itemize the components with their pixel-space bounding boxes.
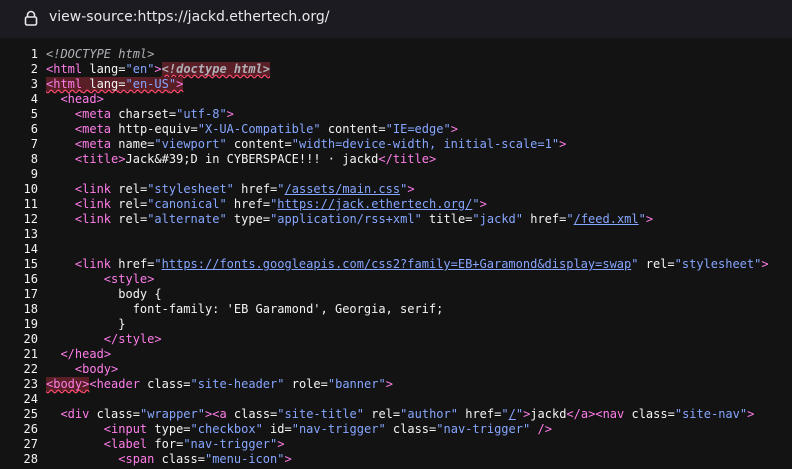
line-number: 28 — [23, 452, 38, 466]
source-line: 25 <div class="wrapper"><a class="site-t… — [0, 407, 792, 422]
line-number: 15 — [23, 257, 38, 271]
line-number: 9 — [30, 167, 38, 181]
source-line: 28 <span class="menu-icon"> — [0, 452, 792, 467]
source-line: 4 <head> — [0, 92, 792, 107]
line-code: <link rel="alternate" type="application/… — [74, 212, 654, 226]
line-number: 22 — [23, 362, 38, 376]
line-code: <head> — [60, 92, 104, 106]
line-number: 26 — [23, 422, 38, 436]
line-code: <span class="menu-icon"> — [118, 452, 292, 466]
line-code: <link href="https://fonts.googleapis.com… — [74, 257, 769, 271]
line-code: <input type="checkbox" id="nav-trigger" … — [103, 422, 552, 436]
line-number: 5 — [30, 107, 38, 121]
source-line: 17 body { — [0, 287, 792, 302]
source-line: 21 </head> — [0, 347, 792, 362]
source-line: 18 font-family: 'EB Garamond', Georgia, … — [0, 302, 792, 317]
source-line: 12 <link rel="alternate" type="applicati… — [0, 212, 792, 227]
line-number: 14 — [23, 242, 38, 256]
line-number: 8 — [30, 152, 38, 166]
source-line: 15 <link href="https://fonts.googleapis.… — [0, 257, 792, 272]
source-line: 11 <link rel="canonical" href="https://j… — [0, 197, 792, 212]
line-code: <meta charset="utf-8"> — [74, 107, 234, 121]
line-number: 23 — [23, 377, 38, 391]
source-line: 16 <style> — [0, 272, 792, 287]
line-number: 2 — [30, 62, 38, 76]
line-number: 11 — [23, 197, 38, 211]
line-code: <link rel="stylesheet" href="/assets/mai… — [74, 182, 415, 196]
line-number: 3 — [30, 77, 38, 91]
source-line: 23 <body><header class="site-header" role… — [0, 377, 792, 392]
line-code: <meta name="viewport" content="width=dev… — [74, 137, 567, 151]
address-bar[interactable]: view-source:https://jackd.ethertech.org/ — [0, 0, 792, 38]
line-code: } — [46, 317, 126, 331]
source-line: 8 <title>Jack&#39;D in CYBERSPACE!!! · j… — [0, 152, 792, 167]
line-code: font-family: 'EB Garamond', Georgia, ser… — [46, 302, 444, 316]
line-number: 10 — [23, 182, 38, 196]
line-code: <body> — [74, 362, 119, 376]
source-line: 20 </style> — [0, 332, 792, 347]
source-line: 2 <html lang="en"><!doctype html> — [0, 62, 792, 77]
source-line: 14 — [0, 242, 792, 257]
line-number: 18 — [23, 302, 38, 316]
line-number: 27 — [23, 437, 38, 451]
line-number: 13 — [23, 227, 38, 241]
url-text[interactable]: view-source:https://jackd.ethertech.org/ — [49, 9, 329, 25]
source-line: 1 <!DOCTYPE html> — [0, 47, 792, 62]
line-code: <html lang="en-US"> — [46, 77, 184, 91]
line-code: <style> — [103, 272, 155, 286]
line-code: </head> — [60, 347, 112, 361]
source-line: 22 <body> — [0, 362, 792, 377]
source-view[interactable]: 1 <!DOCTYPE html> 2 <html lang="en"><!docty… — [0, 47, 792, 469]
lock-icon[interactable] — [24, 10, 38, 26]
source-line: 9 — [0, 167, 792, 182]
line-code: <div class="wrapper"><a class="site-titl… — [60, 407, 755, 421]
line-code: <meta http-equiv="X-UA-Compatible" conte… — [74, 122, 458, 136]
source-line: 13 — [0, 227, 792, 242]
source-line: 3 <html lang="en-US"> — [0, 77, 792, 92]
line-code: <body><header class="site-header" role="… — [46, 377, 393, 391]
line-number: 25 — [23, 407, 38, 421]
source-line: 19 } — [0, 317, 792, 332]
source-line: 7 <meta name="viewport" content="width=d… — [0, 137, 792, 152]
line-code: <link rel="canonical" href="https://jack… — [74, 197, 487, 211]
source-line: 27 <label for="nav-trigger"> — [0, 437, 792, 452]
line-number: 6 — [30, 122, 38, 136]
source-line: 10 <link rel="stylesheet" href="/assets/… — [0, 182, 792, 197]
line-number: 20 — [23, 332, 38, 346]
line-code: <!DOCTYPE html> — [46, 47, 155, 61]
source-line: 5 <meta charset="utf-8"> — [0, 107, 792, 122]
source-line: 26 <input type="checkbox" id="nav-trigge… — [0, 422, 792, 437]
line-code: <html lang="en"><!doctype html> — [46, 62, 271, 76]
source-line: 6 <meta http-equiv="X-UA-Compatible" con… — [0, 122, 792, 137]
line-number: 12 — [23, 212, 38, 226]
source-line: 24 — [0, 392, 792, 407]
line-number: 7 — [30, 137, 38, 151]
line-number: 24 — [23, 392, 38, 406]
line-code: </style> — [103, 332, 162, 346]
line-number: 19 — [23, 317, 38, 331]
line-number: 4 — [30, 92, 38, 106]
line-number: 17 — [23, 287, 38, 301]
line-code: body { — [46, 287, 162, 301]
line-code: <title>Jack&#39;D in CYBERSPACE!!! · jac… — [74, 152, 437, 166]
line-number: 16 — [23, 272, 38, 286]
line-number: 1 — [30, 47, 38, 61]
line-number: 21 — [23, 347, 38, 361]
line-code: <label for="nav-trigger"> — [103, 437, 285, 451]
